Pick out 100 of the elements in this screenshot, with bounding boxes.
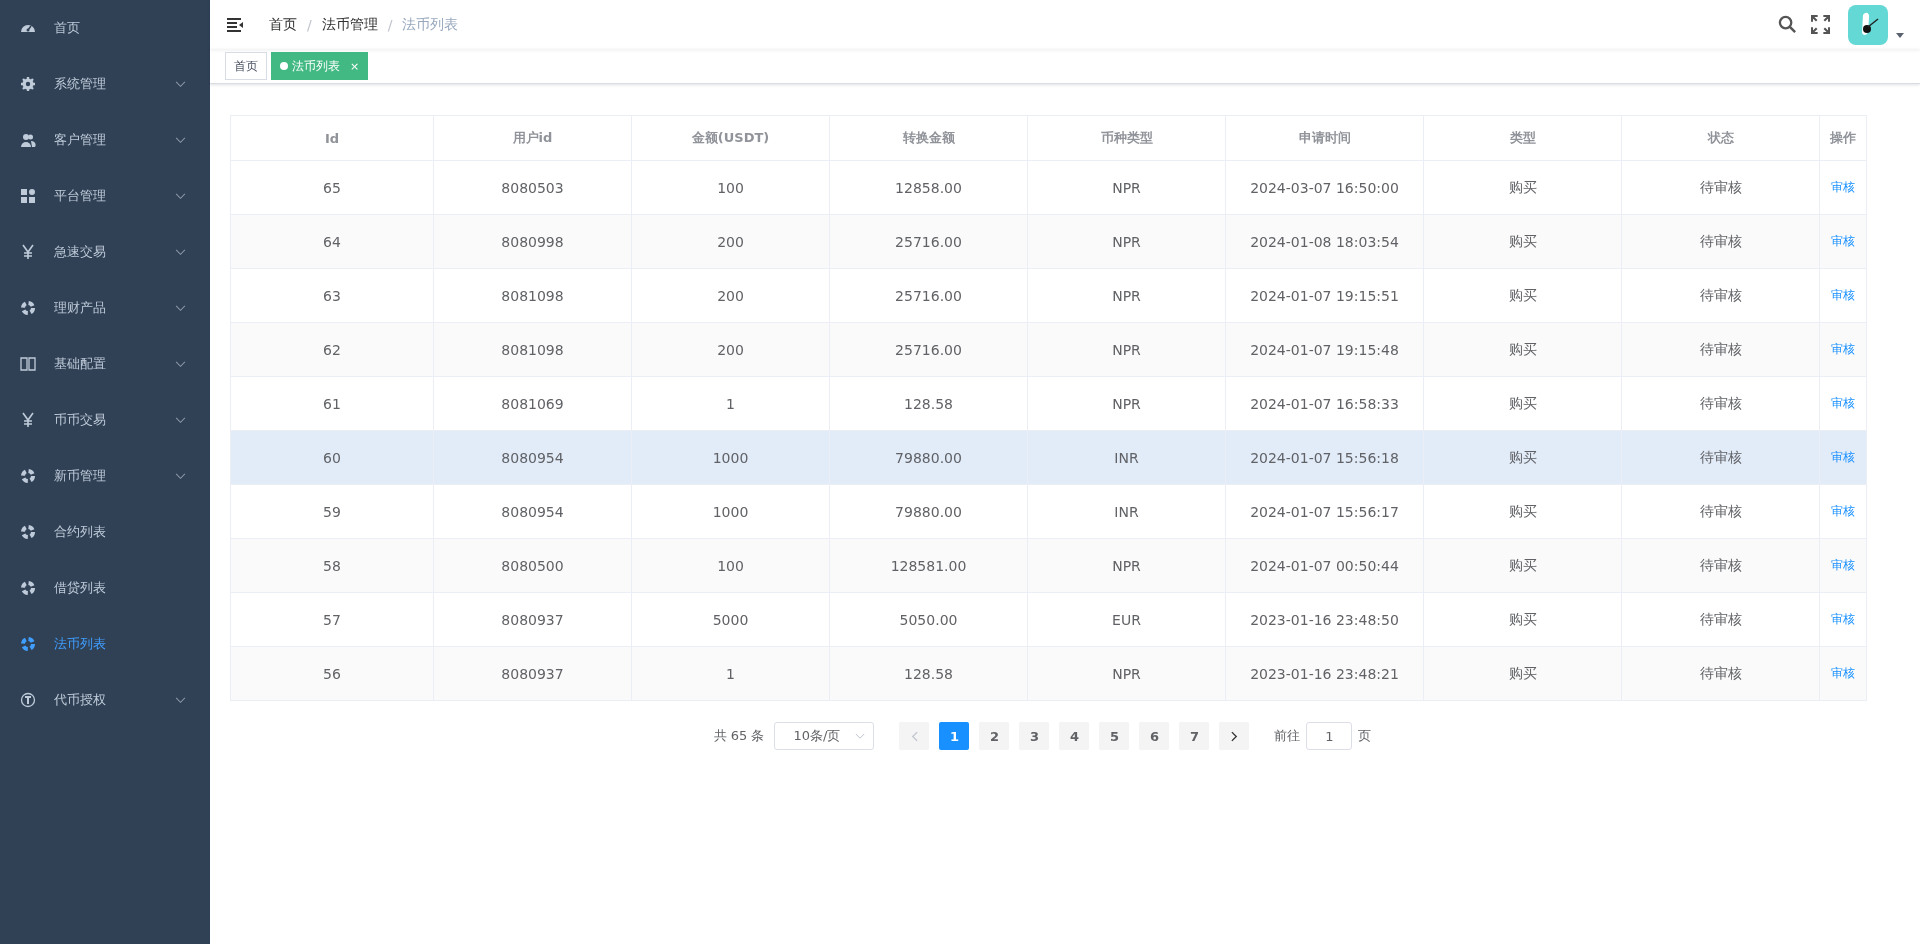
dot-icon: [280, 62, 288, 70]
sidebar-item[interactable]: 平台管理: [0, 168, 210, 224]
review-link[interactable]: 审核: [1831, 395, 1855, 412]
sidebar-item[interactable]: 系统管理: [0, 56, 210, 112]
sidebar-item[interactable]: 新币管理: [0, 448, 210, 504]
table-cell: 待审核: [1699, 340, 1742, 359]
table-cell: 8080954: [501, 503, 564, 520]
sidebar-item[interactable]: 法币列表: [0, 616, 210, 672]
page-button[interactable]: 1: [939, 722, 970, 750]
table-cell: NPR: [1112, 665, 1141, 682]
review-link[interactable]: 审核: [1831, 233, 1855, 250]
review-link[interactable]: 审核: [1831, 557, 1855, 574]
search-icon[interactable]: [1778, 15, 1797, 34]
table-cell: 12858.00: [895, 179, 962, 196]
caret-icon[interactable]: [1896, 33, 1904, 38]
table-cell: EUR: [1112, 611, 1141, 628]
review-link[interactable]: 审核: [1831, 665, 1855, 682]
review-link[interactable]: 审核: [1831, 179, 1855, 196]
column-header: 类型: [1424, 116, 1622, 160]
table-cell: 100: [717, 557, 744, 574]
table-cell: 待审核: [1699, 502, 1742, 521]
column-header: 状态: [1622, 116, 1820, 160]
ring-icon: [20, 300, 36, 316]
sidebar-item[interactable]: 客户管理: [0, 112, 210, 168]
table-cell: 63: [323, 287, 341, 304]
table-cell: 待审核: [1699, 394, 1742, 413]
review-link[interactable]: 审核: [1831, 449, 1855, 466]
table-cell: 128581.00: [890, 557, 967, 574]
table-cell: INR: [1114, 503, 1139, 520]
sidebar-item[interactable]: 首页: [0, 0, 210, 56]
page-suffix: 页: [1358, 727, 1372, 745]
table-cell: 79880.00: [895, 449, 962, 466]
table-cell: 8080500: [501, 557, 564, 574]
table-cell: 5000: [712, 611, 749, 628]
token-icon: [20, 692, 36, 708]
page-button[interactable]: 6: [1139, 722, 1170, 750]
page-button[interactable]: 2: [979, 722, 1010, 750]
page-button[interactable]: 7: [1179, 722, 1210, 750]
table-cell: 购买: [1508, 340, 1537, 359]
table-cell: 购买: [1508, 178, 1537, 197]
fullscreen-icon[interactable]: [1811, 15, 1830, 34]
ring-icon: [20, 580, 36, 596]
table-cell: 25716.00: [895, 287, 962, 304]
total-count: 共 65 条: [713, 727, 765, 745]
table-cell: 8080954: [501, 449, 564, 466]
page-button[interactable]: 3: [1019, 722, 1050, 750]
review-link[interactable]: 审核: [1831, 503, 1855, 520]
sidebar-item[interactable]: 借贷列表: [0, 560, 210, 616]
table-cell: 8081098: [501, 287, 564, 304]
table-cell: 购买: [1508, 448, 1537, 467]
table-cell: NPR: [1112, 341, 1141, 358]
sidebar-item[interactable]: 币币交易: [0, 392, 210, 448]
column-header: Id: [231, 116, 434, 160]
breadcrumb-item[interactable]: 法币管理: [321, 15, 378, 34]
menu-icon[interactable]: [227, 17, 243, 32]
table-cell: 2023-01-16 23:48:50: [1250, 611, 1399, 628]
page-button[interactable]: 4: [1059, 722, 1090, 750]
table-cell: 2024-01-07 16:58:33: [1250, 395, 1399, 412]
table-cell: 8080503: [501, 179, 564, 196]
table-cell: 64: [323, 233, 341, 250]
table-cell: 购买: [1508, 664, 1537, 683]
ring-icon: [20, 636, 36, 652]
breadcrumb-item[interactable]: 首页: [269, 15, 297, 34]
column-header: 币种类型: [1028, 116, 1226, 160]
sidebar-item[interactable]: 合约列表: [0, 504, 210, 560]
page-input[interactable]: 1: [1306, 722, 1353, 750]
table-cell: 购买: [1508, 502, 1537, 521]
table-cell: 待审核: [1699, 286, 1742, 305]
book-icon: [20, 356, 36, 372]
table-cell: 2024-01-07 19:15:48: [1250, 341, 1399, 358]
table-cell: 8080937: [501, 611, 564, 628]
review-link[interactable]: 审核: [1831, 287, 1855, 304]
grid-icon: [20, 188, 36, 204]
page-button[interactable]: 5: [1099, 722, 1130, 750]
sidebar-item[interactable]: 急速交易: [0, 224, 210, 280]
sidebar-item[interactable]: 理财产品: [0, 280, 210, 336]
table-cell: 58: [323, 557, 341, 574]
table-cell: 1000: [712, 449, 749, 466]
table-cell: 购买: [1508, 610, 1537, 629]
table-cell: 购买: [1508, 286, 1537, 305]
table-cell: 61: [323, 395, 341, 412]
table-cell: NPR: [1112, 179, 1141, 196]
table-cell: 购买: [1508, 394, 1537, 413]
avatar-picture[interactable]: [1848, 4, 1888, 45]
table-cell: 25716.00: [895, 341, 962, 358]
sidebar-item[interactable]: 代币授权: [0, 672, 210, 728]
table-cell: 2024-01-07 19:15:51: [1250, 287, 1399, 304]
review-link[interactable]: 审核: [1831, 611, 1855, 628]
table-cell: 8080998: [501, 233, 564, 250]
table-cell: 8081069: [501, 395, 564, 412]
column-header: 金额(USDT): [632, 116, 830, 160]
table-cell: 1: [726, 665, 735, 682]
review-link[interactable]: 审核: [1831, 341, 1855, 358]
tab[interactable]: 首页: [225, 52, 267, 80]
yen-icon: [20, 412, 36, 428]
chevron-down-icon: [855, 732, 866, 740]
sidebar-item[interactable]: 基础配置: [0, 336, 210, 392]
table-cell: 56: [323, 665, 341, 682]
chevron-right-icon: [1230, 730, 1238, 742]
page-size-select[interactable]: 10条/页: [774, 722, 875, 750]
